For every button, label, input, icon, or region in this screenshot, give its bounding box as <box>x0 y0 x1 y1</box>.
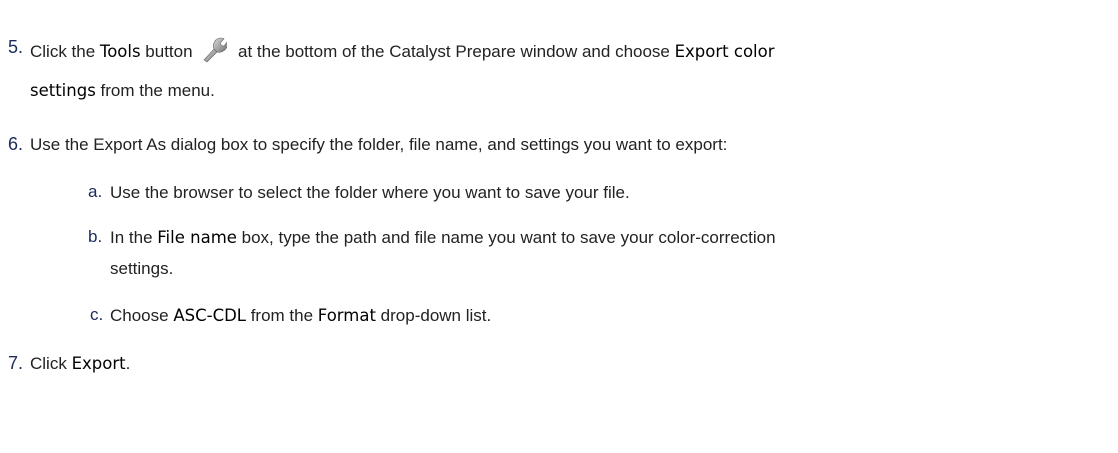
substep-c-text: Choose ASC-CDL from the Format drop-down… <box>110 305 491 327</box>
step-6-text: Use the Export As dialog box to specify … <box>30 135 728 154</box>
file-name-label: File name <box>157 228 237 247</box>
step-7-part1: Click <box>30 354 72 373</box>
document-page: 5. Click the Tools button at the bottom … <box>0 0 1118 453</box>
substep-a-number: a. <box>88 182 103 201</box>
tools-label: Tools <box>99 42 141 61</box>
substep-b-part1: In the <box>110 228 158 247</box>
substep-c-number: c. <box>90 305 104 324</box>
step-5-number: 5. <box>8 37 24 57</box>
step-5-text: Click the Tools button at the bottom of … <box>30 35 775 63</box>
step-7-part2: . <box>125 354 131 373</box>
asc-cdl-label: ASC-CDL <box>173 306 246 325</box>
step-6-number: 6. <box>8 134 24 154</box>
settings-label: settings <box>30 81 96 100</box>
step-7-text: Click Export. <box>30 353 130 375</box>
step-5-text-part1: Click the <box>30 42 100 61</box>
substep-b-text: In the File name box, type the path and … <box>110 227 776 249</box>
format-label: Format <box>317 306 376 325</box>
substep-b-part2: box, type the path and file name you wan… <box>236 228 776 247</box>
substep-b-text-cont: settings. <box>110 259 174 278</box>
step-7-number: 7. <box>8 353 24 373</box>
export-label: Export <box>71 354 126 373</box>
substep-c-part1: Choose <box>110 306 174 325</box>
step-5-text-part3: at the bottom of the Catalyst Prepare wi… <box>233 42 675 61</box>
step-5-text-part2: button <box>140 42 198 61</box>
substep-b-number: b. <box>88 227 103 246</box>
wrench-icon <box>201 35 228 63</box>
substep-a-text: Use the browser to select the folder whe… <box>110 183 630 202</box>
substep-c-part3: drop-down list. <box>375 306 492 325</box>
export-color-label: Export color <box>674 42 775 61</box>
step-5-text-part4: from the menu. <box>95 81 215 100</box>
step-5-text-cont: settings from the menu. <box>30 80 215 102</box>
substep-c-part2: from the <box>245 306 318 325</box>
